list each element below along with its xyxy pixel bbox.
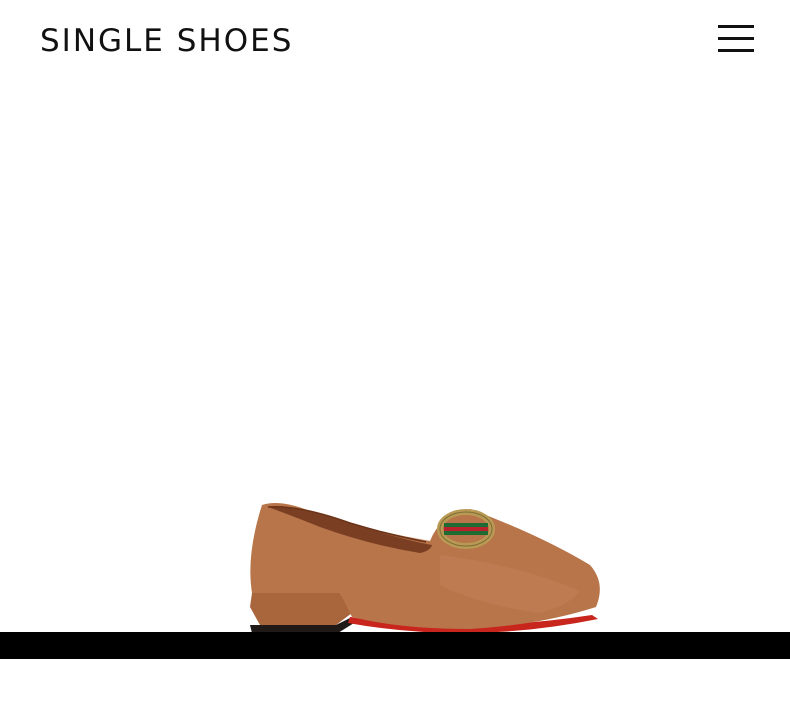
menu-button[interactable] [716,24,756,56]
product-image[interactable] [240,495,610,643]
shoe-heel [250,593,352,625]
hamburger-menu-icon [718,25,754,28]
bottom-bar [0,632,790,659]
site-header: SINGLE SHOES [0,0,790,80]
brand-logo[interactable]: SINGLE SHOES [40,22,293,60]
